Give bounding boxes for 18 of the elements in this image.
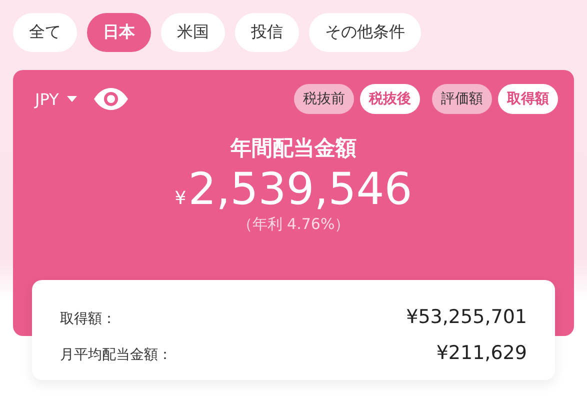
summary-title: 年間配当金額 [229,135,358,162]
filter-tab[interactable]: 投信 [235,13,299,52]
detail-label: 取得額： [60,310,116,328]
basis-toggle[interactable]: 評価額 [432,84,492,114]
detail-value: ¥211,629 [436,342,527,364]
currency-symbol: ¥ [174,188,186,209]
caret-icon [66,96,77,102]
basis-toggle[interactable]: 取得額 [498,84,558,114]
filter-tab[interactable]: その他条件 [309,13,421,52]
dividend-amount: 2,539,546 [188,164,412,215]
detail-label: 月平均配当金額： [60,346,172,364]
eye-icon[interactable] [92,88,129,110]
tax-toggle[interactable]: 税抜前 [294,84,354,114]
yield-text: （年利 4.76%） [236,215,351,234]
tax-toggle[interactable]: 税抜後 [360,84,420,114]
filter-tab[interactable]: 全て [13,13,77,52]
detail-value: ¥53,255,701 [406,306,527,328]
filter-tab[interactable]: 米国 [161,13,225,52]
